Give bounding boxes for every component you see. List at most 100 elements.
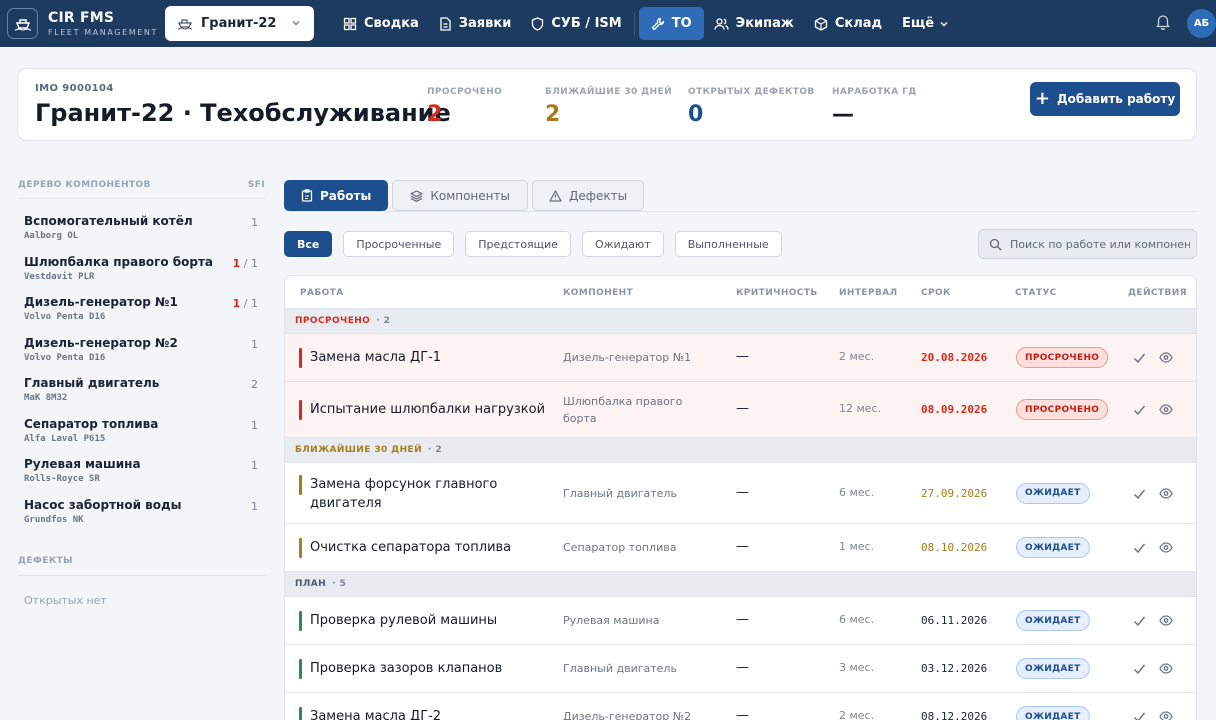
wrench-icon xyxy=(651,17,664,30)
kpi-overdue: ПРОСРОЧЕНО 2 xyxy=(427,87,502,127)
group-header-soon: БЛИЖАЙШИЕ 30 ДНЕЙ · 2 xyxy=(285,438,1196,463)
filter-pending[interactable]: Ожидают xyxy=(581,231,664,257)
filter-upcoming[interactable]: Предстоящие xyxy=(465,231,571,257)
col-component[interactable]: КОМПОНЕНТ xyxy=(563,288,633,298)
filter-done[interactable]: Выполненные xyxy=(674,231,782,257)
complete-check-icon[interactable] xyxy=(1133,352,1146,364)
group-title: ПРОСРОЧЕНО xyxy=(295,316,371,326)
work-title[interactable]: Замена масла ДГ-1 xyxy=(310,348,555,367)
work-component: Главный двигатель xyxy=(563,662,677,675)
col-interval[interactable]: ИНТЕРВАЛ xyxy=(839,288,897,298)
complete-check-icon[interactable] xyxy=(1133,711,1146,720)
notifications-bell-icon[interactable] xyxy=(1155,13,1171,34)
vessel-select-value: Гранит-22 xyxy=(201,16,277,31)
view-eye-icon[interactable] xyxy=(1159,542,1173,553)
add-work-label: Добавить работу xyxy=(1056,92,1176,106)
user-avatar[interactable]: АБ xyxy=(1187,9,1216,38)
kpi-label: ПРОСРОЧЕНО xyxy=(427,87,503,97)
component-tree: Вспомогательный котёл Aalborg OL 1 Шлюпбалк… xyxy=(24,214,260,538)
work-component: Шлюпбалка правого борта xyxy=(563,395,683,425)
complete-check-icon[interactable] xyxy=(1133,615,1146,627)
kpi-label: БЛИЖАЙШИЕ 30 ДНЕЙ xyxy=(545,87,672,97)
component-model: Aalborg OL xyxy=(24,231,79,241)
nav-more-menu[interactable]: Ещё xyxy=(892,7,959,40)
col-due[interactable]: СРОК xyxy=(921,288,951,298)
tab-label: Работы xyxy=(320,188,372,203)
work-title[interactable]: Замена масла ДГ-2 xyxy=(310,707,555,720)
complete-check-icon[interactable] xyxy=(1133,404,1146,416)
view-eye-icon[interactable] xyxy=(1159,352,1173,363)
work-title[interactable]: Очистка сепаратора топлива xyxy=(310,538,555,557)
table-row[interactable]: Проверка зазоров клапанов Главный двигате… xyxy=(285,645,1196,693)
complete-check-icon[interactable] xyxy=(1133,663,1146,675)
add-work-button[interactable]: + Добавить работу xyxy=(1030,82,1180,116)
work-criticality: — xyxy=(736,660,749,675)
brand[interactable]: CIR FMS FLEET MANAGEMENT xyxy=(7,8,158,39)
component-tree-item[interactable]: Дизель-генератор №1 Volvo Penta D16 1 / 1 xyxy=(24,295,260,336)
tab-defects[interactable]: Дефекты xyxy=(531,180,645,211)
component-tree-header: ДЕРЕВО КОМПОНЕНТОВ SFI xyxy=(18,180,265,199)
kpi-value: — xyxy=(832,102,854,127)
filter-all[interactable]: Все xyxy=(284,231,333,257)
group-header-plan: ПЛАН · 5 xyxy=(285,572,1196,597)
component-tree-item[interactable]: Главный двигатель MaK 8M32 2 xyxy=(24,376,260,417)
work-due-date: 08.12.2026 xyxy=(921,710,988,720)
view-eye-icon[interactable] xyxy=(1159,487,1173,499)
table-row[interactable]: Очистка сепаратора топлива Сепаратор топл… xyxy=(285,524,1196,572)
component-model: Volvo Penta D16 xyxy=(24,312,106,322)
component-tree-item[interactable]: Рулевая машина Rolls-Royce SR 1 xyxy=(24,457,260,498)
col-status[interactable]: СТАТУС xyxy=(1015,288,1057,298)
nav-item-requests[interactable]: Заявки xyxy=(429,7,522,40)
vessel-select[interactable]: Гранит-22 xyxy=(165,6,314,41)
nav-item-crew[interactable]: Экипаж xyxy=(704,7,804,40)
total-count: 1 xyxy=(251,499,258,513)
search-input[interactable] xyxy=(1010,237,1190,251)
tab-label: Дефекты xyxy=(568,188,628,203)
total-count: 1 xyxy=(251,216,258,229)
work-title[interactable]: Замена форсунок главного двигателя xyxy=(310,475,555,513)
table-row[interactable]: Испытание шлюпбалки нагрузкой Шлюпбалка п… xyxy=(285,382,1196,438)
priority-bar xyxy=(299,611,302,631)
ship-logo-icon xyxy=(7,8,38,39)
component-job-count: 2 xyxy=(251,378,258,391)
status-badge: ОЖИДАЕТ xyxy=(1016,482,1090,504)
component-tree-item[interactable]: Насос забортной воды Grundfos NK 1 xyxy=(24,498,260,539)
kpi-label: ОТКРЫТЫХ ДЕФЕКТОВ xyxy=(688,87,815,97)
nav-item-maintenance[interactable]: ТО xyxy=(638,7,704,40)
nav-item-summary[interactable]: Сводка xyxy=(333,7,429,40)
nav-item-ism[interactable]: СУБ / ISM xyxy=(521,7,631,40)
tab-components[interactable]: Компоненты xyxy=(392,180,528,211)
component-tree-item[interactable]: Дизель-генератор №2 Volvo Penta D16 1 xyxy=(24,336,260,377)
complete-check-icon[interactable] xyxy=(1133,542,1146,554)
component-tree-item[interactable]: Сепаратор топлива Alfa Laval P615 1 xyxy=(24,417,260,458)
view-eye-icon[interactable] xyxy=(1159,663,1173,674)
view-eye-icon[interactable] xyxy=(1159,711,1173,720)
work-title[interactable]: Испытание шлюпбалки нагрузкой xyxy=(310,400,555,419)
shield-icon xyxy=(532,16,544,31)
search-icon xyxy=(989,238,1002,250)
work-criticality: — xyxy=(736,349,749,364)
warning-icon xyxy=(549,189,562,202)
col-work[interactable]: РАБОТА xyxy=(300,288,344,298)
component-tree-item[interactable]: Шлюпбалка правого борта Vestdavit PLR 1 / … xyxy=(24,255,260,296)
table-row[interactable]: Замена форсунок главного двигателя Главны… xyxy=(285,463,1196,524)
priority-bar xyxy=(299,400,302,420)
filter-overdue[interactable]: Просроченные xyxy=(343,231,455,257)
table-row[interactable]: Замена масла ДГ-1 Дизель-генератор №1 — 2 м… xyxy=(285,334,1196,382)
view-eye-icon[interactable] xyxy=(1159,615,1173,626)
work-title[interactable]: Проверка рулевой машины xyxy=(310,611,555,630)
nav-item-warehouse[interactable]: Склад xyxy=(804,7,892,40)
group-title: ПЛАН xyxy=(295,579,327,589)
work-interval: 6 мес. xyxy=(839,613,875,626)
component-tree-item[interactable]: Вспомогательный котёл Aalborg OL 1 xyxy=(24,214,260,255)
view-eye-icon[interactable] xyxy=(1159,404,1173,415)
col-criticality[interactable]: КРИТИЧНОСТЬ xyxy=(736,288,818,298)
component-name: Шлюпбалка правого борта xyxy=(24,254,214,269)
table-body: ПРОСРОЧЕНО · 2 Замена масла ДГ-1 Дизель-ген… xyxy=(285,309,1196,720)
complete-check-icon[interactable] xyxy=(1133,488,1146,500)
table-row[interactable]: Замена масла ДГ-2 Дизель-генератор №2 — 2 м… xyxy=(285,693,1196,720)
table-row[interactable]: Проверка рулевой машины Рулевая машина — 6 … xyxy=(285,597,1196,645)
tab-works[interactable]: Работы xyxy=(284,180,389,211)
work-search[interactable] xyxy=(978,229,1197,259)
work-title[interactable]: Проверка зазоров клапанов xyxy=(310,659,555,678)
